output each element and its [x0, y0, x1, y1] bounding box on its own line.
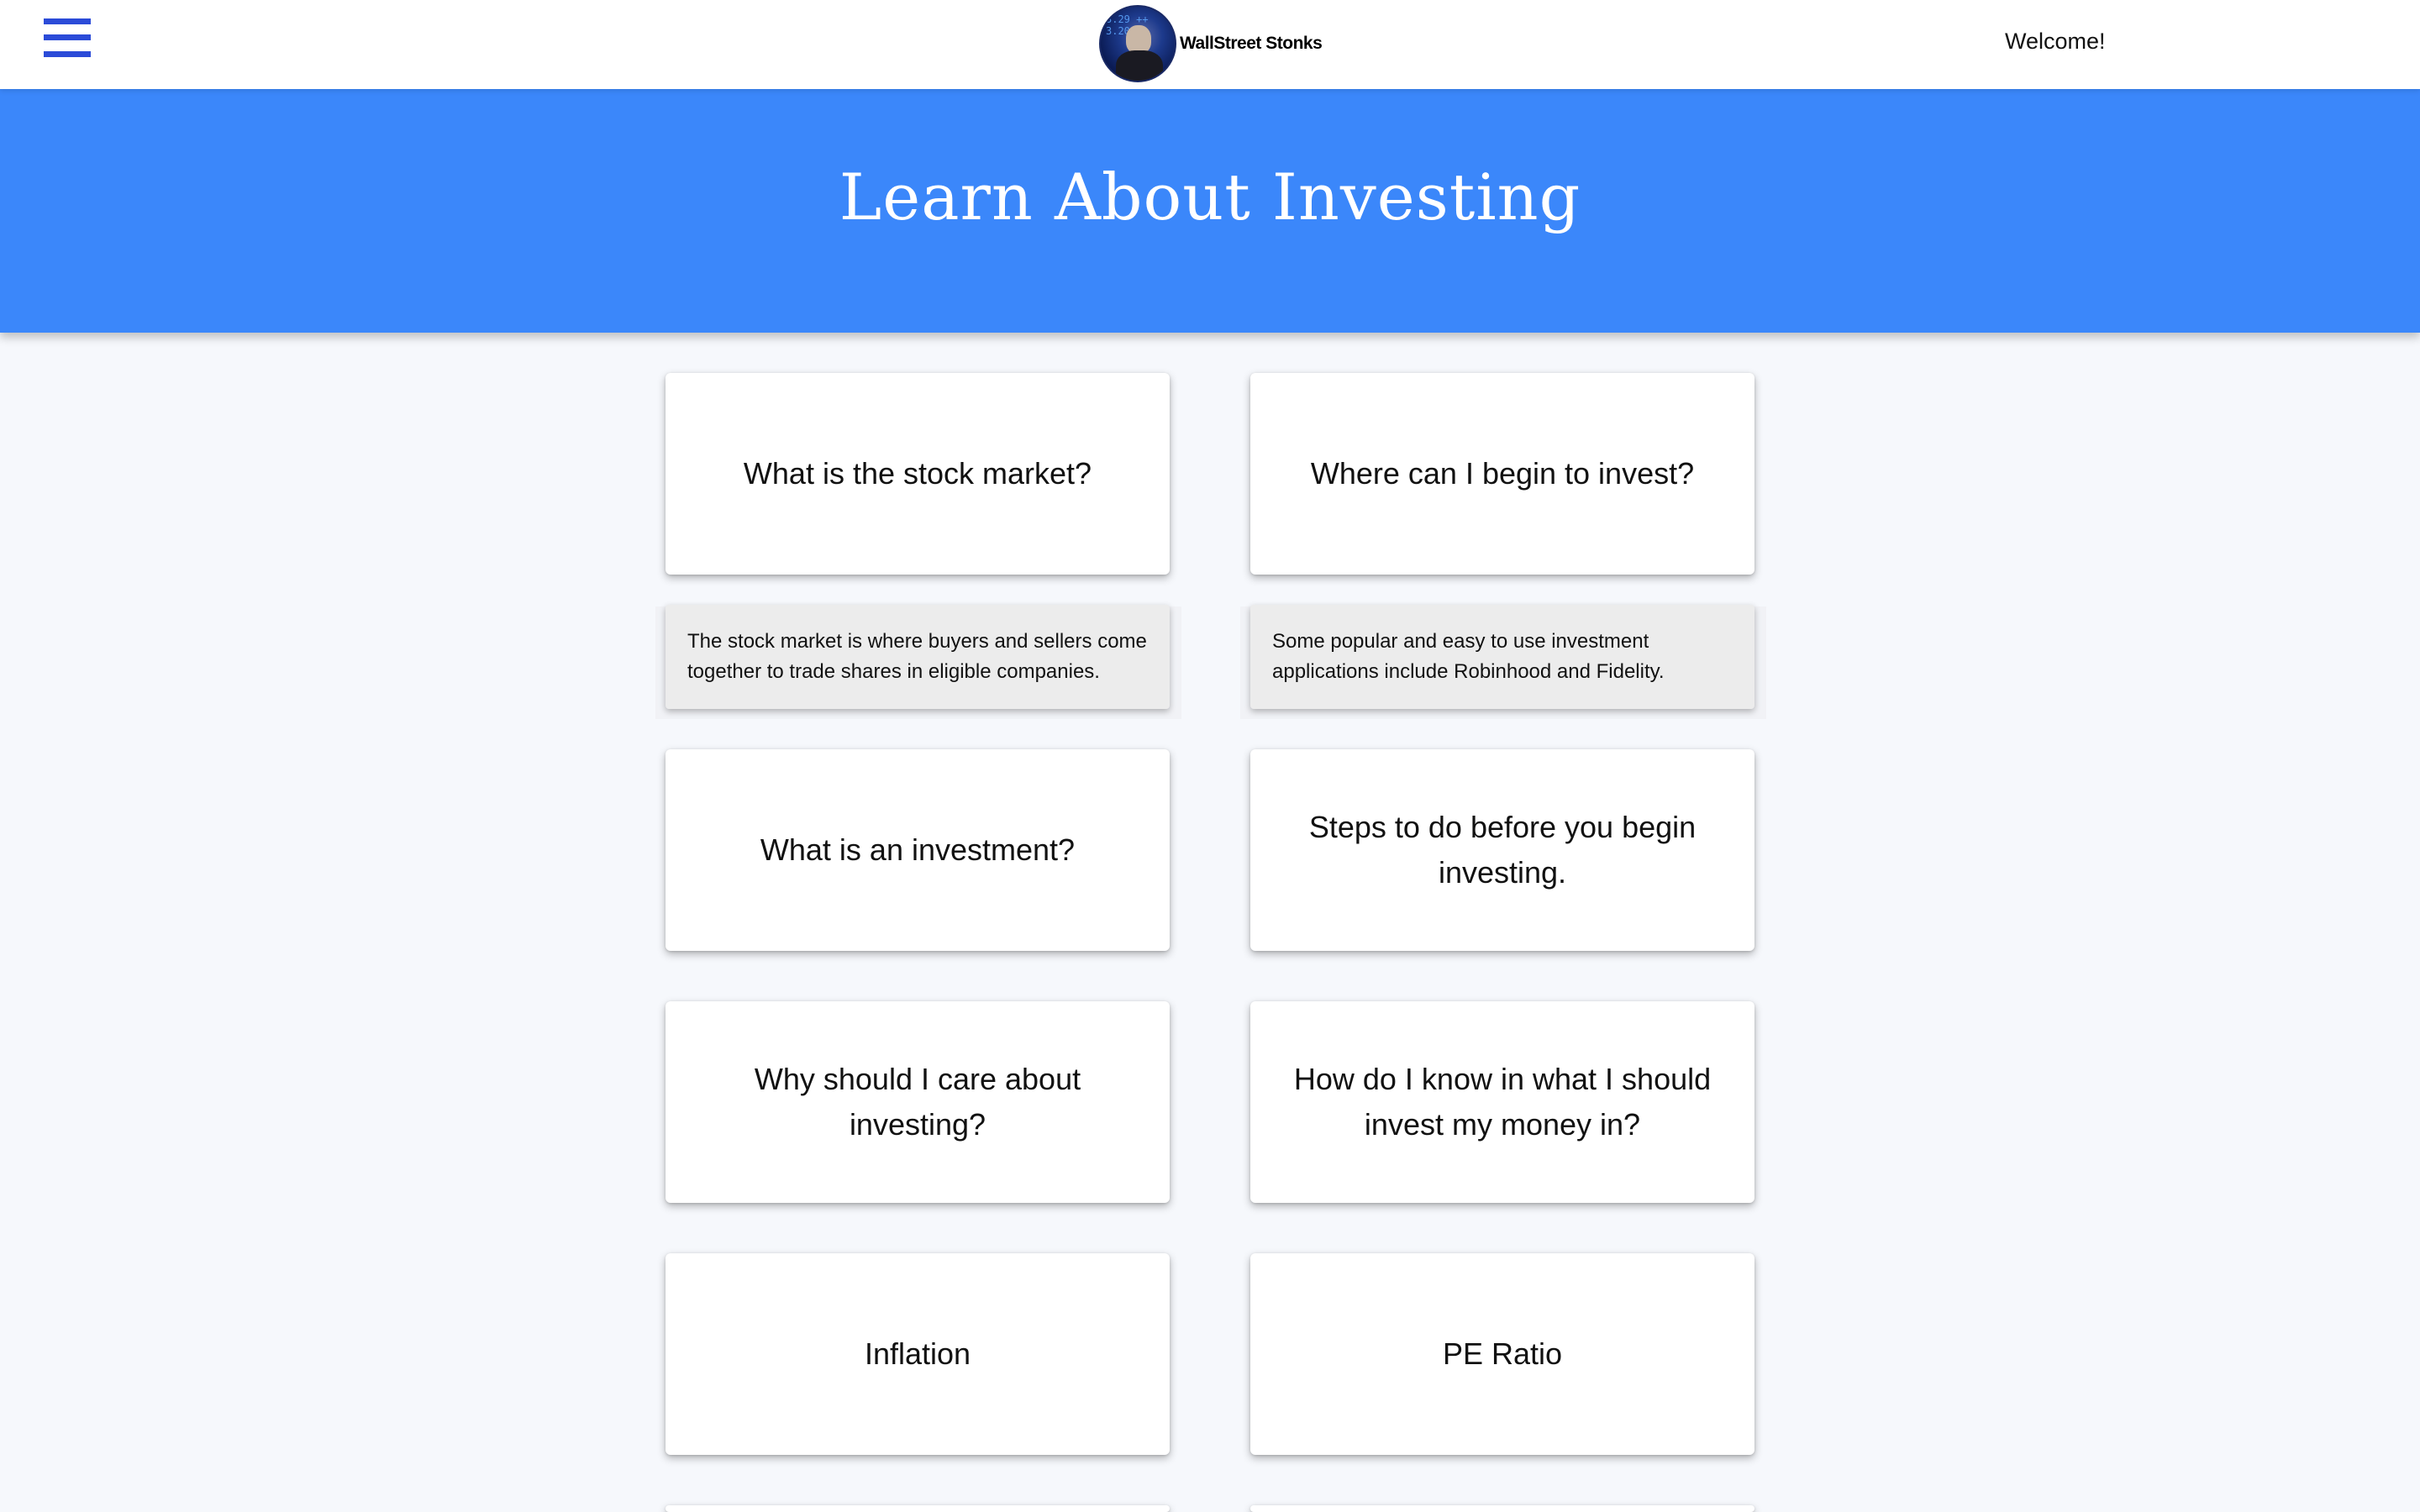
faq-question: Why should I care about investing?: [754, 1062, 1081, 1142]
menu-bar-line: [44, 51, 91, 57]
page-title: Learn About Investing: [839, 160, 1581, 234]
menu-bar-line: [44, 18, 91, 24]
brand-name: WallStreet Stonks: [1180, 34, 1323, 53]
faq-answer-text: Some popular and easy to use investment …: [1272, 630, 1665, 683]
faq-card-where-to-invest[interactable]: Where can I begin to invest?: [1250, 373, 1754, 575]
logo-figure-body: [1116, 50, 1163, 81]
faq-card-why-care[interactable]: Why should I care about investing?: [666, 1001, 1170, 1203]
hamburger-menu-icon[interactable]: [44, 18, 91, 59]
faq-question: Steps to do before you begin investing.: [1308, 810, 1697, 890]
faq-answer-where-to-invest: Some popular and easy to use investment …: [1250, 605, 1754, 709]
faq-answer-text: The stock market is where buyers and sel…: [687, 630, 1147, 683]
top-navigation-bar: 3.29 ++ 3.20 WallStreet Stonks Welcome!: [0, 0, 2420, 89]
faq-question: PE Ratio: [1442, 1336, 1563, 1371]
faq-card-partial[interactable]: [1250, 1505, 1754, 1512]
faq-question: What is an investment?: [760, 832, 1076, 867]
brand-logo-icon: 3.29 ++ 3.20: [1099, 5, 1176, 82]
faq-card-pe-ratio[interactable]: PE Ratio: [1250, 1253, 1754, 1455]
faq-card-stock-market[interactable]: What is the stock market?: [666, 373, 1170, 575]
menu-bar-line: [44, 34, 91, 40]
faq-answer-stock-market: The stock market is where buyers and sel…: [666, 605, 1170, 709]
logo-figure-head: [1126, 25, 1151, 54]
faq-question: Inflation: [864, 1336, 971, 1371]
faq-card-partial[interactable]: [666, 1505, 1170, 1512]
faq-card-what-to-invest-in[interactable]: How do I know in what I should invest my…: [1250, 1001, 1754, 1203]
faq-question: How do I know in what I should invest my…: [1293, 1062, 1712, 1142]
faq-card-steps-before-investing[interactable]: Steps to do before you begin investing.: [1250, 749, 1754, 951]
faq-question: Where can I begin to invest?: [1310, 456, 1695, 491]
faq-card-what-is-investment[interactable]: What is an investment?: [666, 749, 1170, 951]
faq-card-inflation[interactable]: Inflation: [666, 1253, 1170, 1455]
faq-question: What is the stock market?: [743, 456, 1092, 491]
welcome-message: Welcome!: [2005, 29, 2106, 54]
hero-banner: Learn About Investing: [0, 89, 2420, 333]
brand-home-link[interactable]: 3.29 ++ 3.20 WallStreet Stonks: [1099, 5, 1323, 82]
